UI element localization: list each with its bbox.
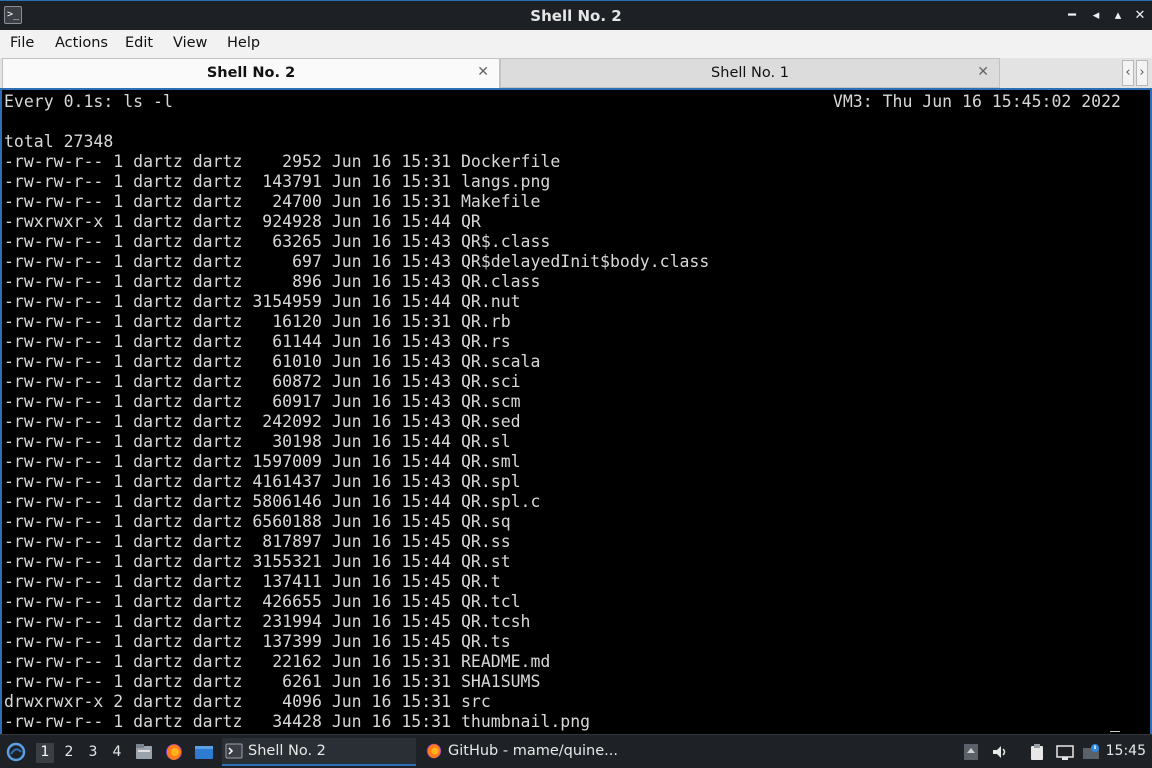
workspace-2[interactable]: 2 [60,743,78,763]
menu-view[interactable]: View [173,35,207,51]
file-listing-row: -rw-rw-r-- 1 dartz dartz 61010 Jun 16 15… [4,352,541,371]
lxqt-start-icon[interactable] [6,742,26,762]
volume-icon[interactable] [991,743,1009,761]
tab-scroll-right-icon[interactable]: › [1136,60,1148,86]
watch-status: VM3: Thu Jun 16 15:45:02 2022 [832,92,1121,111]
tray-up-arrow-icon[interactable] [962,743,980,761]
file-listing-row: -rw-rw-r-- 1 dartz dartz 817897 Jun 16 1… [4,532,511,551]
menu-actions[interactable]: Actions [55,35,108,51]
menu-file[interactable]: File [10,35,34,51]
file-listing-row: -rw-rw-r-- 1 dartz dartz 60917 Jun 16 15… [4,392,521,411]
updates-icon[interactable] [1082,743,1100,761]
file-listing-row: -rw-rw-r-- 1 dartz dartz 137411 Jun 16 1… [4,572,501,591]
window-title: Shell No. 2 [530,7,622,25]
file-listing-row: -rwxrwxr-x 1 dartz dartz 924928 Jun 16 1… [4,212,481,231]
file-listing-row: -rw-rw-r-- 1 dartz dartz 3154959 Jun 16 … [4,292,521,311]
file-listing-row: -rw-rw-r-- 1 dartz dartz 426655 Jun 16 1… [4,592,521,611]
file-listing-row: -rw-rw-r-- 1 dartz dartz 22162 Jun 16 15… [4,652,551,671]
file-listing-row: -rw-rw-r-- 1 dartz dartz 63265 Jun 16 15… [4,232,551,251]
tab-shell-2[interactable]: Shell No. 2 ✕ [2,58,500,88]
menu-edit[interactable]: Edit [125,35,153,51]
file-listing-row: -rw-rw-r-- 1 dartz dartz 34428 Jun 16 15… [4,712,591,731]
menu-help[interactable]: Help [227,35,260,51]
network-icon[interactable] [1056,743,1074,761]
taskbar: 1 2 3 4 Shell No. 2 GitHub - mame/quine.… [0,734,1152,768]
workspace-4[interactable]: 4 [108,743,126,763]
file-listing-row: -rw-rw-r-- 1 dartz dartz 1597009 Jun 16 … [4,452,521,471]
tab-shell-1[interactable]: Shell No. 1 ✕ [500,58,1000,88]
file-listing-row: -rw-rw-r-- 1 dartz dartz 24700 Jun 16 15… [4,192,541,211]
file-listing-row: -rw-rw-r-- 1 dartz dartz 6560188 Jun 16 … [4,512,511,531]
file-listing-row: -rw-rw-r-- 1 dartz dartz 61144 Jun 16 15… [4,332,511,351]
file-listing-row: -rw-rw-r-- 1 dartz dartz 60872 Jun 16 15… [4,372,521,391]
file-listing-row: drwxrwxr-x 2 dartz dartz 4096 Jun 16 15:… [4,692,491,711]
task-github-firefox[interactable]: GitHub - mame/quine... [422,738,622,766]
watch-command: Every 0.1s: ls -l [4,92,173,111]
taskbar-clock[interactable]: 15:45 [1106,743,1146,759]
file-listing-row: -rw-rw-r-- 1 dartz dartz 242092 Jun 16 1… [4,412,521,431]
file-listing-row: -rw-rw-r-- 1 dartz dartz 231994 Jun 16 1… [4,612,531,631]
terminal-view[interactable]: Every 0.1s: ls -l VM3: Thu Jun 16 15:45:… [0,90,1152,734]
tab-label: Shell No. 1 [711,65,789,81]
tab-bar: Shell No. 2 ✕ Shell No. 1 ✕ ‹ › [0,58,1152,90]
task-label: GitHub - mame/quine... [448,743,618,759]
file-listing-row: -rw-rw-r-- 1 dartz dartz 4161437 Jun 16 … [4,472,521,491]
task-label: Shell No. 2 [248,743,326,759]
file-listing-row: -rw-rw-r-- 1 dartz dartz 30198 Jun 16 15… [4,432,511,451]
file-manager-icon[interactable] [134,742,154,762]
tab-close-icon[interactable]: ✕ [977,64,989,80]
file-listing-row: -rw-rw-r-- 1 dartz dartz 2952 Jun 16 15:… [4,152,561,171]
file-listing-row: -rw-rw-r-- 1 dartz dartz 137399 Jun 16 1… [4,632,511,651]
file-listing-row: -rw-rw-r-- 1 dartz dartz 16120 Jun 16 15… [4,312,511,331]
file-listing-row: -rw-rw-r-- 1 dartz dartz 143791 Jun 16 1… [4,172,551,191]
file-listing-row: -rw-rw-r-- 1 dartz dartz 6261 Jun 16 15:… [4,672,541,691]
show-desktop-icon[interactable] [194,742,214,762]
file-listing-row: -rw-rw-r-- 1 dartz dartz 896 Jun 16 15:4… [4,272,541,291]
menu-bar: File Actions Edit View Help [0,30,1152,58]
firefox-icon [426,743,442,759]
task-shell-no-2[interactable]: Shell No. 2 [222,738,416,766]
maximize-icon[interactable]: ▴ [1108,6,1128,26]
clipboard-icon[interactable] [1028,743,1046,761]
terminal-cursor [1110,731,1120,732]
file-listing-row: -rw-rw-r-- 1 dartz dartz 697 Jun 16 15:4… [4,252,710,271]
workspace-1[interactable]: 1 [36,743,54,763]
workspace-3[interactable]: 3 [84,743,102,763]
file-listing-row: -rw-rw-r-- 1 dartz dartz 5806146 Jun 16 … [4,492,541,511]
tab-close-icon[interactable]: ✕ [477,64,489,80]
window-titlebar[interactable]: >_ Shell No. 2 ━ ◂ ▴ ✕ [0,0,1152,30]
file-listing-row: -rw-rw-r-- 1 dartz dartz 3155321 Jun 16 … [4,552,511,571]
firefox-icon[interactable] [164,742,184,762]
tab-scroll-left-icon[interactable]: ‹ [1122,60,1134,86]
terminal-total-line: total 27348 [4,132,114,151]
restore-icon[interactable]: ◂ [1086,6,1106,26]
tab-label: Shell No. 2 [206,65,296,81]
minimize-icon[interactable]: ━ [1062,6,1082,26]
close-icon[interactable]: ✕ [1130,6,1150,26]
terminal-icon [225,743,243,759]
